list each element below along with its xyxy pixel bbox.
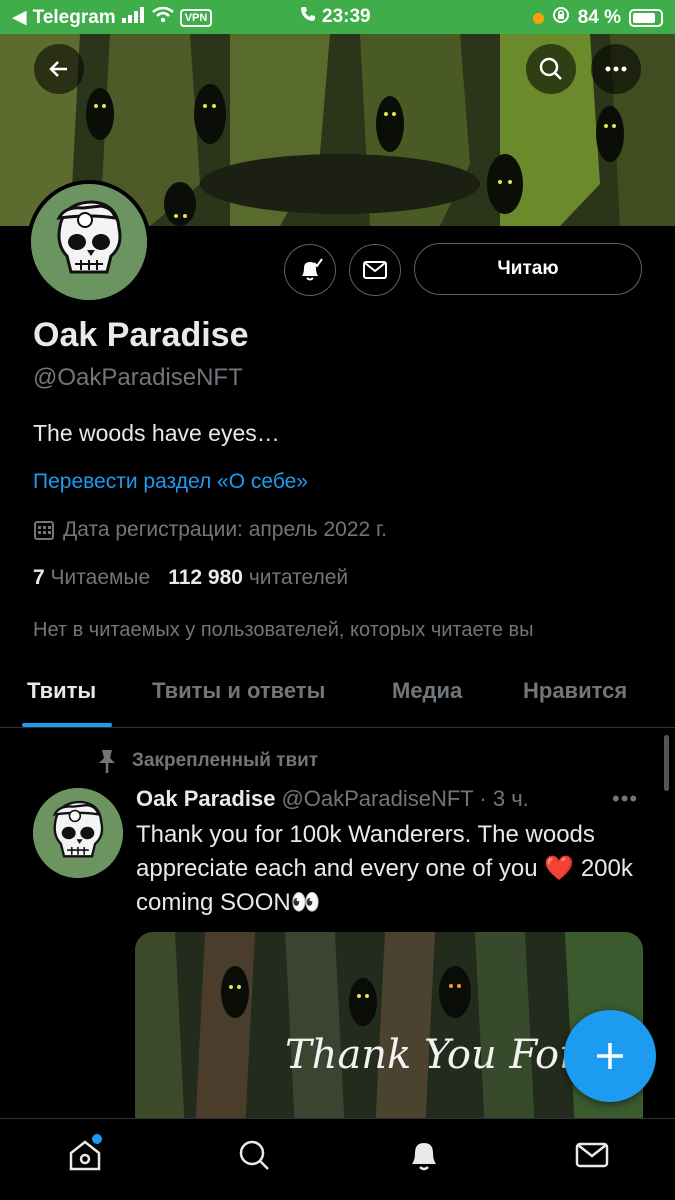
clock-time: 23:39: [322, 6, 371, 27]
nav-search[interactable]: [234, 1135, 274, 1175]
tweet-header: Oak Paradise @OakParadiseNFT · 3 ч.: [136, 786, 529, 812]
followers-label: читателей: [248, 566, 349, 589]
phone-icon: [300, 6, 316, 28]
mutual-followers-text: Нет в читаемых у пользователей, которых …: [33, 619, 534, 641]
translate-bio-link[interactable]: Перевести раздел «О себе»: [33, 470, 308, 494]
profile-name: Oak Paradise: [33, 316, 249, 354]
status-bar: ◀ Telegram VPN 23:39 84 %: [0, 0, 675, 34]
bell-icon: [412, 1143, 436, 1171]
pinned-tweet-label: Закрепленный твит: [96, 748, 318, 774]
search-icon: [539, 57, 562, 80]
envelope-icon: [575, 1142, 609, 1168]
envelope-icon: [363, 261, 387, 279]
followers-count: 112 980: [168, 566, 243, 589]
wifi-icon: [151, 6, 174, 29]
tweet-more-button[interactable]: •••: [612, 786, 638, 812]
tab-tweets-and-replies[interactable]: Твиты и ответы: [152, 678, 325, 704]
join-date-text: Дата регистрации: апрель 2022 г.: [63, 518, 387, 541]
more-options-button[interactable]: [591, 44, 641, 94]
profile-handle: @OakParadiseNFT: [33, 364, 243, 391]
media-caption: Thank You For: [285, 1032, 579, 1078]
bottom-navigation: [0, 1118, 675, 1200]
search-icon: [239, 1140, 269, 1170]
nav-notifications[interactable]: [404, 1135, 444, 1175]
tweet-author-avatar[interactable]: [33, 788, 123, 878]
back-arrow-icon[interactable]: ◀: [12, 6, 27, 29]
tab-media[interactable]: Медиа: [392, 678, 462, 704]
nav-messages[interactable]: [572, 1135, 612, 1175]
pinned-text: Закрепленный твит: [132, 750, 319, 771]
orange-dot-icon: [532, 12, 544, 24]
scrollbar[interactable]: [664, 735, 669, 791]
pin-icon: [99, 750, 115, 773]
home-notification-dot: [92, 1134, 102, 1144]
message-button[interactable]: [349, 244, 401, 296]
active-tab-indicator: [22, 723, 112, 727]
notifications-toggle-button[interactable]: [284, 244, 336, 296]
profile-bio: The woods have eyes…: [33, 420, 280, 446]
arrow-left-icon: [49, 61, 67, 77]
tweet-author-name[interactable]: Oak Paradise: [136, 786, 275, 812]
following-count: 7: [33, 566, 45, 589]
search-button[interactable]: [526, 44, 576, 94]
follow-counts: 7 Читаемые 112 980 читателей: [33, 566, 348, 590]
skull-avatar-icon: [31, 184, 147, 300]
signal-icon: [121, 6, 146, 29]
back-app-label[interactable]: Telegram: [33, 7, 116, 29]
tweet-meta: @OakParadiseNFT · 3 ч.: [281, 786, 529, 811]
calendar-icon: [34, 521, 54, 540]
battery-icon: [629, 9, 663, 27]
skull-avatar-icon: [33, 788, 123, 878]
tab-likes[interactable]: Нравится: [523, 678, 627, 704]
tab-tweets[interactable]: Твиты: [27, 678, 96, 704]
battery-percent: 84 %: [577, 7, 621, 28]
following-button[interactable]: Читаю: [414, 243, 642, 295]
back-button[interactable]: [34, 44, 84, 94]
tweet-text: Thank you for 100k Wanderers. The woods …: [136, 821, 633, 916]
followers-link[interactable]: 112 980 читателей: [168, 566, 348, 590]
rotation-lock-icon: [552, 6, 570, 30]
profile-avatar[interactable]: [27, 180, 151, 304]
bell-check-icon: [302, 258, 323, 281]
following-link[interactable]: 7 Читаемые: [33, 566, 150, 590]
vpn-badge: VPN: [179, 8, 213, 27]
profile-tabs: Твиты Твиты и ответы Медиа Нравится: [0, 660, 675, 728]
ellipsis-icon: [605, 66, 627, 72]
compose-tweet-button[interactable]: [564, 1010, 656, 1102]
tweet-media-image[interactable]: Thank You For: [135, 932, 643, 1132]
following-label: Читаемые: [50, 566, 151, 589]
join-date: Дата регистрации: апрель 2022 г.: [33, 518, 387, 542]
plus-icon: [597, 1043, 623, 1069]
